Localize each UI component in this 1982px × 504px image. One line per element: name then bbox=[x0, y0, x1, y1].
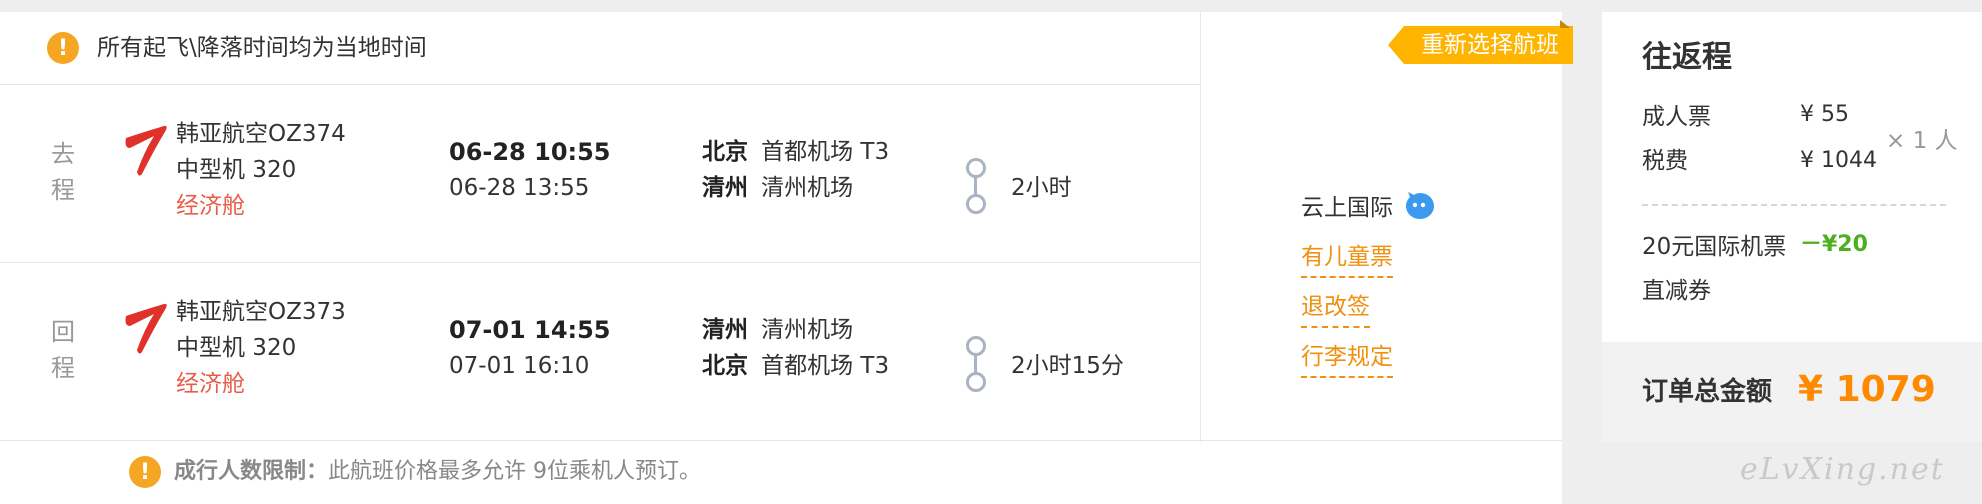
vendor-link-refund[interactable]: 退改签 bbox=[1301, 290, 1370, 328]
airline-name: 韩亚航空OZ374 bbox=[176, 121, 346, 147]
depart-airport: 清州机场 bbox=[761, 317, 854, 343]
reselect-flight-button[interactable]: 重新选择航班 bbox=[1388, 26, 1573, 64]
route-line-icon bbox=[966, 336, 986, 392]
flight-panel: ! 所有起飞\降落时间均为当地时间 去 程 韩亚航空OZ374 中型机 320 … bbox=[0, 12, 1562, 504]
adult-fare-label: 成人票 bbox=[1642, 104, 1711, 130]
price-panel: 往返程 成人票 ¥ 55 税费 ¥ 1044 × 1 人 20元国际机票 直减券… bbox=[1602, 12, 1982, 342]
divider bbox=[1642, 204, 1946, 206]
warning-icon: ! bbox=[47, 32, 79, 64]
vendor-name: 云上国际 bbox=[1301, 195, 1393, 221]
baggage-rules-link[interactable]: 行李规定 bbox=[1301, 340, 1393, 378]
arrive-location: 北京 首都机场 T3 bbox=[702, 348, 889, 386]
airline-logo-icon bbox=[124, 300, 174, 360]
depart-time: 07-01 14:55 bbox=[449, 316, 611, 344]
total-label: 订单总金额 bbox=[1642, 377, 1773, 407]
flight-duration: 2小时15分 bbox=[1011, 353, 1124, 379]
coupon-label-line2: 直减券 bbox=[1642, 278, 1711, 304]
divider bbox=[1200, 12, 1201, 442]
cabin-class: 经济舱 bbox=[176, 193, 245, 219]
route-line-icon bbox=[966, 158, 986, 214]
depart-airport: 首都机场 T3 bbox=[761, 139, 890, 165]
adult-fare-value: ¥ 55 bbox=[1800, 102, 1849, 127]
tax-value: ¥ 1044 bbox=[1800, 148, 1877, 173]
divider bbox=[0, 440, 1562, 441]
coupon-value: －¥20 bbox=[1800, 232, 1868, 257]
trip-type-title: 往返程 bbox=[1642, 40, 1732, 75]
cabin-class: 经济舱 bbox=[176, 371, 245, 397]
depart-city: 北京 bbox=[702, 139, 748, 165]
direction-label: 回 程 bbox=[43, 314, 83, 386]
warning-icon: ! bbox=[129, 456, 161, 488]
direction-char: 去 bbox=[51, 140, 75, 168]
aircraft-type: 中型机 320 bbox=[176, 335, 297, 361]
flight-row-return: 回 程 韩亚航空OZ373 中型机 320 经济舱 07-01 14:55 07… bbox=[0, 262, 1200, 440]
airline-logo-icon bbox=[124, 122, 174, 182]
passenger-multiplier: × 1 人 bbox=[1886, 128, 1958, 154]
arrive-time: 06-28 13:55 bbox=[449, 175, 590, 201]
direction-char: 程 bbox=[51, 354, 75, 382]
arrive-city: 北京 bbox=[702, 353, 748, 379]
depart-time: 06-28 10:55 bbox=[449, 138, 611, 166]
arrive-time: 07-01 16:10 bbox=[449, 353, 590, 379]
watermark: eLvXing.net bbox=[1740, 452, 1945, 487]
airline-name: 韩亚航空OZ373 bbox=[176, 299, 346, 325]
direction-char: 程 bbox=[51, 176, 75, 204]
depart-city: 清州 bbox=[702, 317, 748, 343]
refund-change-link[interactable]: 退改签 bbox=[1301, 290, 1370, 328]
arrive-city: 清州 bbox=[702, 175, 748, 201]
vendor-link-child[interactable]: 有儿童票 bbox=[1301, 240, 1393, 278]
aircraft-type: 中型机 320 bbox=[176, 157, 297, 183]
total-value: ¥ 1079 bbox=[1798, 369, 1936, 410]
direction-label: 去 程 bbox=[43, 136, 83, 208]
cloud-chat-icon[interactable] bbox=[1404, 190, 1436, 222]
direction-char: 回 bbox=[51, 318, 75, 346]
child-ticket-link[interactable]: 有儿童票 bbox=[1301, 240, 1393, 278]
flight-duration: 2小时 bbox=[1011, 175, 1072, 201]
arrive-airport: 清州机场 bbox=[761, 175, 854, 201]
timezone-notice: 所有起飞\降落时间均为当地时间 bbox=[97, 35, 427, 61]
depart-location: 北京 首都机场 T3 bbox=[702, 134, 889, 172]
arrive-airport: 首都机场 T3 bbox=[761, 353, 890, 379]
arrive-location: 清州 清州机场 bbox=[702, 170, 853, 208]
ribbon-fold bbox=[1560, 20, 1570, 28]
limit-text: 此航班价格最多允许 9位乘机人预订。 bbox=[328, 459, 702, 484]
depart-location: 清州 清州机场 bbox=[702, 312, 853, 350]
order-total-bar: 订单总金额 ¥ 1079 bbox=[1602, 342, 1982, 442]
coupon-label: 20元国际机票 bbox=[1642, 234, 1787, 260]
tax-label: 税费 bbox=[1642, 148, 1688, 174]
vendor-link-baggage[interactable]: 行李规定 bbox=[1301, 340, 1393, 378]
flight-row-outbound: 去 程 韩亚航空OZ374 中型机 320 经济舱 06-28 10:55 06… bbox=[0, 84, 1200, 262]
limit-label: 成行人数限制： bbox=[174, 459, 329, 484]
passenger-limit-notice: 成行人数限制：此航班价格最多允许 9位乘机人预订。 bbox=[174, 456, 701, 488]
